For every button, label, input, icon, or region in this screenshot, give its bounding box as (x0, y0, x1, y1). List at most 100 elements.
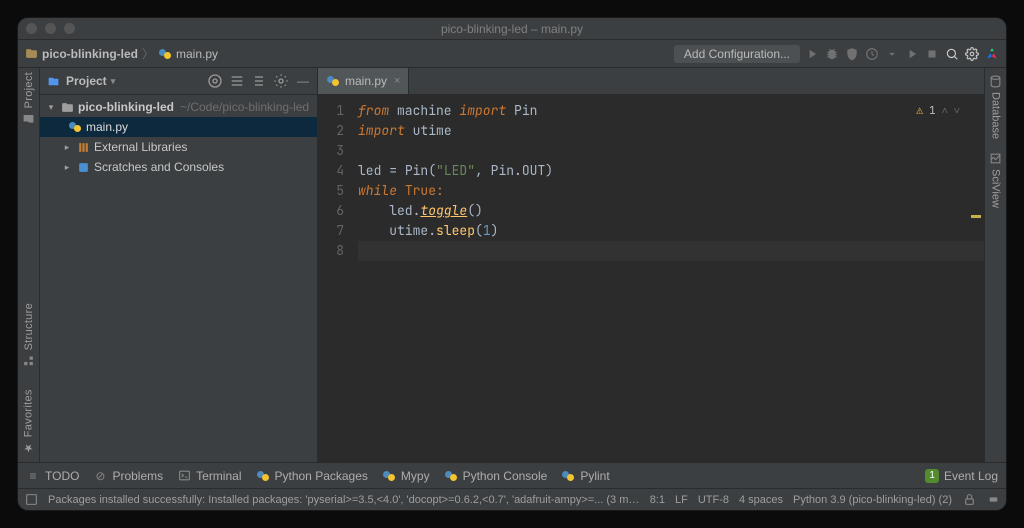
python-icon (561, 469, 575, 483)
python-icon (256, 469, 270, 483)
project-view-icon (46, 74, 60, 88)
project-panel: Project ▾ — ▾ pico-blinking-led ~/Code/p… (40, 68, 318, 462)
folder-icon (60, 100, 74, 114)
scratch-icon (76, 160, 90, 174)
debug-icon[interactable] (824, 46, 840, 62)
warning-icon: ⚠ (916, 101, 923, 121)
rail-sciview[interactable]: SciView (989, 151, 1003, 208)
left-tool-rail: Project Structure ★Favorites (18, 68, 40, 462)
tool-problems[interactable]: ⊘Problems (93, 469, 163, 483)
attach-icon[interactable] (904, 46, 920, 62)
tree-file-name: main.py (86, 120, 128, 134)
settings-icon[interactable] (964, 46, 980, 62)
tree-scratches[interactable]: ▸ Scratches and Consoles (40, 157, 317, 177)
scrollbar-warning-mark[interactable] (971, 215, 981, 218)
tool-todo[interactable]: ≡TODO (26, 469, 79, 483)
ide-window: pico-blinking-led – main.py pico-blinkin… (18, 18, 1006, 510)
traffic-lights (26, 23, 75, 34)
sciview-icon (989, 151, 1003, 165)
rail-database[interactable]: Database (989, 74, 1003, 139)
project-rail-icon (22, 112, 36, 126)
editor-tab-main[interactable]: main.py × (318, 68, 409, 94)
more-run-icon[interactable] (884, 46, 900, 62)
lock-icon[interactable] (962, 493, 976, 507)
database-icon (989, 74, 1003, 88)
tree-ext-lib-label: External Libraries (94, 140, 187, 154)
tool-python-packages[interactable]: Python Packages (256, 469, 368, 483)
project-panel-title[interactable]: Project ▾ (66, 74, 115, 88)
collapse-all-icon[interactable] (251, 73, 267, 89)
status-caret-pos[interactable]: 8:1 (650, 494, 665, 506)
min-light[interactable] (45, 23, 56, 34)
close-light[interactable] (26, 23, 37, 34)
panel-settings-icon[interactable] (273, 73, 289, 89)
expand-all-icon[interactable] (229, 73, 245, 89)
tab-label: main.py (345, 74, 387, 88)
navigation-bar: pico-blinking-led 〉 main.py Add Configur… (18, 40, 1006, 68)
breadcrumb[interactable]: pico-blinking-led 〉 main.py (24, 45, 218, 62)
chevron-up-icon[interactable]: ˄ (942, 101, 948, 121)
library-icon (76, 140, 90, 154)
breadcrumb-project: pico-blinking-led (42, 47, 138, 61)
titlebar: pico-blinking-led – main.py (18, 18, 1006, 40)
coverage-icon[interactable] (844, 46, 860, 62)
todo-icon: ≡ (26, 469, 40, 483)
add-configuration-button[interactable]: Add Configuration... (674, 45, 800, 63)
event-count-badge: 1 (925, 469, 939, 483)
right-tool-rail: Database SciView (984, 68, 1006, 462)
inspection-widget[interactable]: ⚠ 1 ˄ ˅ (916, 101, 960, 121)
tree-file-main[interactable]: main.py (40, 117, 317, 137)
structure-rail-icon (22, 355, 36, 369)
tool-mypy[interactable]: Mypy (382, 469, 430, 483)
code-area[interactable]: 1 2 3 4 5 6 7 8 from machine import Pin … (318, 95, 984, 462)
chevron-right-icon: ▸ (62, 142, 72, 153)
python-file-icon (68, 120, 82, 134)
problems-icon: ⊘ (93, 469, 107, 483)
run-icon[interactable] (804, 46, 820, 62)
status-message[interactable]: Packages installed successfully: Install… (48, 494, 640, 506)
tree-external-libs[interactable]: ▸ External Libraries (40, 137, 317, 157)
project-tree[interactable]: ▾ pico-blinking-led ~/Code/pico-blinking… (40, 95, 317, 179)
stop-icon[interactable] (924, 46, 940, 62)
warning-count: 1 (929, 101, 936, 121)
status-interpreter[interactable]: Python 3.9 (pico-blinking-led) (2) (793, 494, 952, 506)
code-text[interactable]: from machine import Pin import utime led… (352, 95, 984, 462)
status-indent[interactable]: 4 spaces (739, 494, 783, 506)
tree-root-name: pico-blinking-led (78, 100, 174, 114)
editor-tab-bar: main.py × (318, 68, 984, 95)
code-with-me-icon[interactable] (984, 46, 1000, 62)
locate-icon[interactable] (207, 73, 223, 89)
python-icon (444, 469, 458, 483)
tool-event-log[interactable]: 1Event Log (925, 469, 998, 483)
folder-icon (24, 47, 38, 61)
tool-pylint[interactable]: Pylint (561, 469, 609, 483)
tool-window-bar: ≡TODO ⊘Problems Terminal Python Packages… (18, 462, 1006, 488)
status-encoding[interactable]: UTF-8 (698, 494, 729, 506)
window-title: pico-blinking-led – main.py (18, 22, 1006, 36)
star-icon: ★ (22, 441, 35, 454)
search-icon[interactable] (944, 46, 960, 62)
line-gutter: 1 2 3 4 5 6 7 8 (318, 95, 352, 462)
close-tab-icon[interactable]: × (394, 75, 400, 87)
editor: main.py × 1 2 3 4 5 6 7 8 from machine i… (318, 68, 984, 462)
hide-panel-icon[interactable]: — (295, 73, 311, 89)
profile-icon[interactable] (864, 46, 880, 62)
tool-python-console[interactable]: Python Console (444, 469, 548, 483)
max-light[interactable] (64, 23, 75, 34)
terminal-icon (177, 469, 191, 483)
rail-structure[interactable]: Structure (22, 303, 36, 368)
tool-windows-toggle-icon[interactable] (24, 493, 38, 507)
tool-terminal[interactable]: Terminal (177, 469, 241, 483)
rail-project[interactable]: Project (22, 72, 36, 126)
status-line-sep[interactable]: LF (675, 494, 688, 506)
memory-indicator-icon[interactable] (986, 493, 1000, 507)
status-bar: Packages installed successfully: Install… (18, 488, 1006, 510)
rail-favorites[interactable]: ★Favorites (22, 389, 35, 454)
project-panel-header: Project ▾ — (40, 68, 317, 95)
chevron-down-icon[interactable]: ˅ (954, 101, 960, 121)
tree-root-hint: ~/Code/pico-blinking-led (180, 100, 309, 114)
chevron-down-icon: ▾ (46, 102, 56, 113)
tree-scratches-label: Scratches and Consoles (94, 160, 224, 174)
tree-root[interactable]: ▾ pico-blinking-led ~/Code/pico-blinking… (40, 97, 317, 117)
breadcrumb-sep: 〉 (142, 45, 154, 62)
